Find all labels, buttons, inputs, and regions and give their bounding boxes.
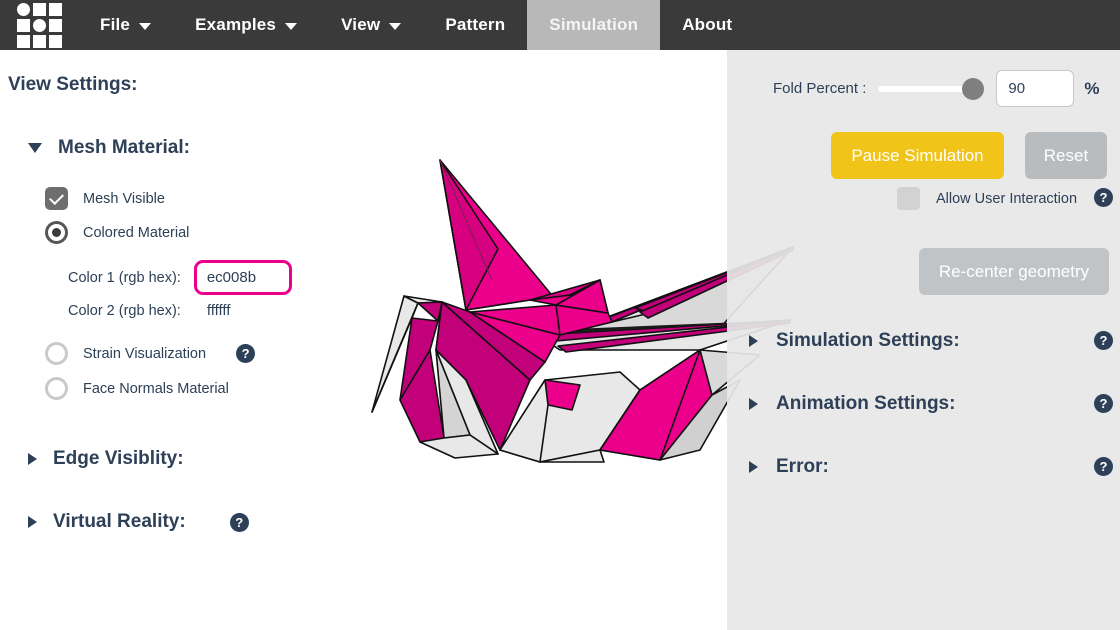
- colored-material-row[interactable]: Colored Material: [45, 221, 189, 244]
- logo-cell: [48, 2, 62, 16]
- reset-button[interactable]: Reset: [1025, 132, 1107, 179]
- section-mesh-material[interactable]: Mesh Material:: [28, 137, 190, 159]
- allow-user-interaction-checkbox[interactable]: [897, 187, 920, 210]
- mesh-visible-checkbox[interactable]: [45, 187, 68, 210]
- logo-cell: [48, 18, 62, 32]
- nav-label: File: [100, 15, 131, 34]
- color2-label: Color 2 (rgb hex):: [68, 302, 181, 319]
- nav-item-about[interactable]: About: [660, 0, 754, 50]
- check-icon: [49, 189, 64, 205]
- logo-cell: [32, 2, 46, 16]
- allow-user-interaction-row[interactable]: Allow User Interaction: [897, 187, 1077, 210]
- allow-user-interaction-help-icon[interactable]: ?: [1094, 188, 1113, 207]
- logo-cell: [48, 34, 62, 48]
- face-normals-label: Face Normals Material: [83, 380, 229, 397]
- app-logo[interactable]: [0, 0, 78, 50]
- color1-row: Color 1 (rgb hex):: [68, 260, 292, 295]
- simulation-panel: Fold Percent : % Pause Simulation Reset …: [727, 50, 1120, 630]
- logo-cell: [16, 34, 30, 48]
- chevron-down-icon: [139, 22, 152, 30]
- nav-label: View: [341, 15, 381, 34]
- radio-dot-icon: [52, 228, 61, 237]
- section-edge-visibility[interactable]: Edge Visiblity:: [28, 448, 184, 470]
- nav-label: Simulation: [549, 15, 639, 34]
- view-settings-title: View Settings:: [8, 74, 138, 95]
- triangle-right-icon: [28, 516, 37, 528]
- section-label: Simulation Settings:: [776, 330, 960, 351]
- percent-sign-label: %: [1084, 78, 1100, 98]
- triangle-right-icon: [749, 461, 758, 473]
- section-error[interactable]: Error:: [749, 456, 829, 478]
- recenter-geometry-button[interactable]: Re-center geometry: [919, 248, 1109, 295]
- color1-input[interactable]: [193, 260, 292, 295]
- logo-cell: [32, 18, 46, 32]
- nav-menu: File Examples View Pattern Simulation Ab…: [78, 0, 754, 50]
- slider-thumb[interactable]: [962, 77, 985, 100]
- mesh-visible-label: Mesh Visible: [83, 190, 165, 207]
- logo-cell: [16, 2, 30, 16]
- strain-visualization-radio[interactable]: [45, 342, 68, 365]
- logo-cell: [16, 18, 30, 32]
- section-label: Animation Settings:: [776, 393, 956, 414]
- nav-item-view[interactable]: View: [319, 0, 423, 50]
- nav-label: Examples: [195, 15, 277, 34]
- error-help-icon[interactable]: ?: [1094, 457, 1113, 476]
- colored-material-label: Colored Material: [83, 224, 190, 241]
- nav-label: Pattern: [445, 15, 506, 34]
- animation-settings-help-icon[interactable]: ?: [1094, 394, 1113, 413]
- top-navbar: File Examples View Pattern Simulation Ab…: [0, 0, 1120, 50]
- fold-percent-row: Fold Percent : %: [773, 70, 1100, 107]
- triangle-down-icon: [28, 143, 42, 153]
- section-label: Virtual Reality:: [53, 511, 186, 532]
- fold-percent-input[interactable]: [996, 70, 1075, 107]
- view-settings-panel: View Settings: Mesh Material: Mesh Visib…: [0, 50, 330, 630]
- logo-cell: [32, 34, 46, 48]
- section-simulation-settings[interactable]: Simulation Settings:: [749, 330, 960, 352]
- nav-label: About: [682, 15, 733, 34]
- color1-label: Color 1 (rgb hex):: [68, 269, 181, 286]
- triangle-right-icon: [749, 398, 758, 410]
- section-label: Mesh Material:: [58, 137, 190, 158]
- chevron-down-icon: [389, 22, 402, 30]
- allow-user-interaction-label: Allow User Interaction: [936, 190, 1078, 207]
- fold-percent-slider[interactable]: [878, 77, 985, 101]
- face-normals-radio[interactable]: [45, 377, 68, 400]
- mesh-visible-row[interactable]: Mesh Visible: [45, 187, 165, 210]
- strain-visualization-label: Strain Visualization: [83, 345, 207, 362]
- triangle-right-icon: [749, 335, 758, 347]
- strain-visualization-row[interactable]: Strain Visualization ?: [45, 342, 256, 365]
- section-virtual-reality[interactable]: Virtual Reality: ?: [28, 511, 249, 533]
- face-normals-row[interactable]: Face Normals Material: [45, 377, 229, 400]
- pause-simulation-button[interactable]: Pause Simulation: [831, 132, 1004, 179]
- nav-item-examples[interactable]: Examples: [173, 0, 319, 50]
- virtual-reality-help-icon[interactable]: ?: [229, 512, 249, 532]
- section-animation-settings[interactable]: Animation Settings:: [749, 393, 955, 415]
- section-label: Edge Visiblity:: [53, 448, 184, 469]
- section-label: Error:: [776, 456, 829, 477]
- nav-item-pattern[interactable]: Pattern: [423, 0, 527, 50]
- nav-item-file[interactable]: File: [78, 0, 173, 50]
- fold-percent-label: Fold Percent :: [773, 80, 867, 97]
- grid-logo-icon: [16, 2, 62, 48]
- colored-material-radio[interactable]: [45, 221, 68, 244]
- color2-input[interactable]: [206, 302, 277, 319]
- triangle-right-icon: [28, 453, 37, 465]
- simulation-settings-help-icon[interactable]: ?: [1094, 331, 1113, 350]
- chevron-down-icon: [285, 22, 298, 30]
- color2-row: Color 2 (rgb hex):: [68, 302, 277, 319]
- strain-help-icon[interactable]: ?: [236, 344, 256, 363]
- nav-item-simulation[interactable]: Simulation: [527, 0, 661, 50]
